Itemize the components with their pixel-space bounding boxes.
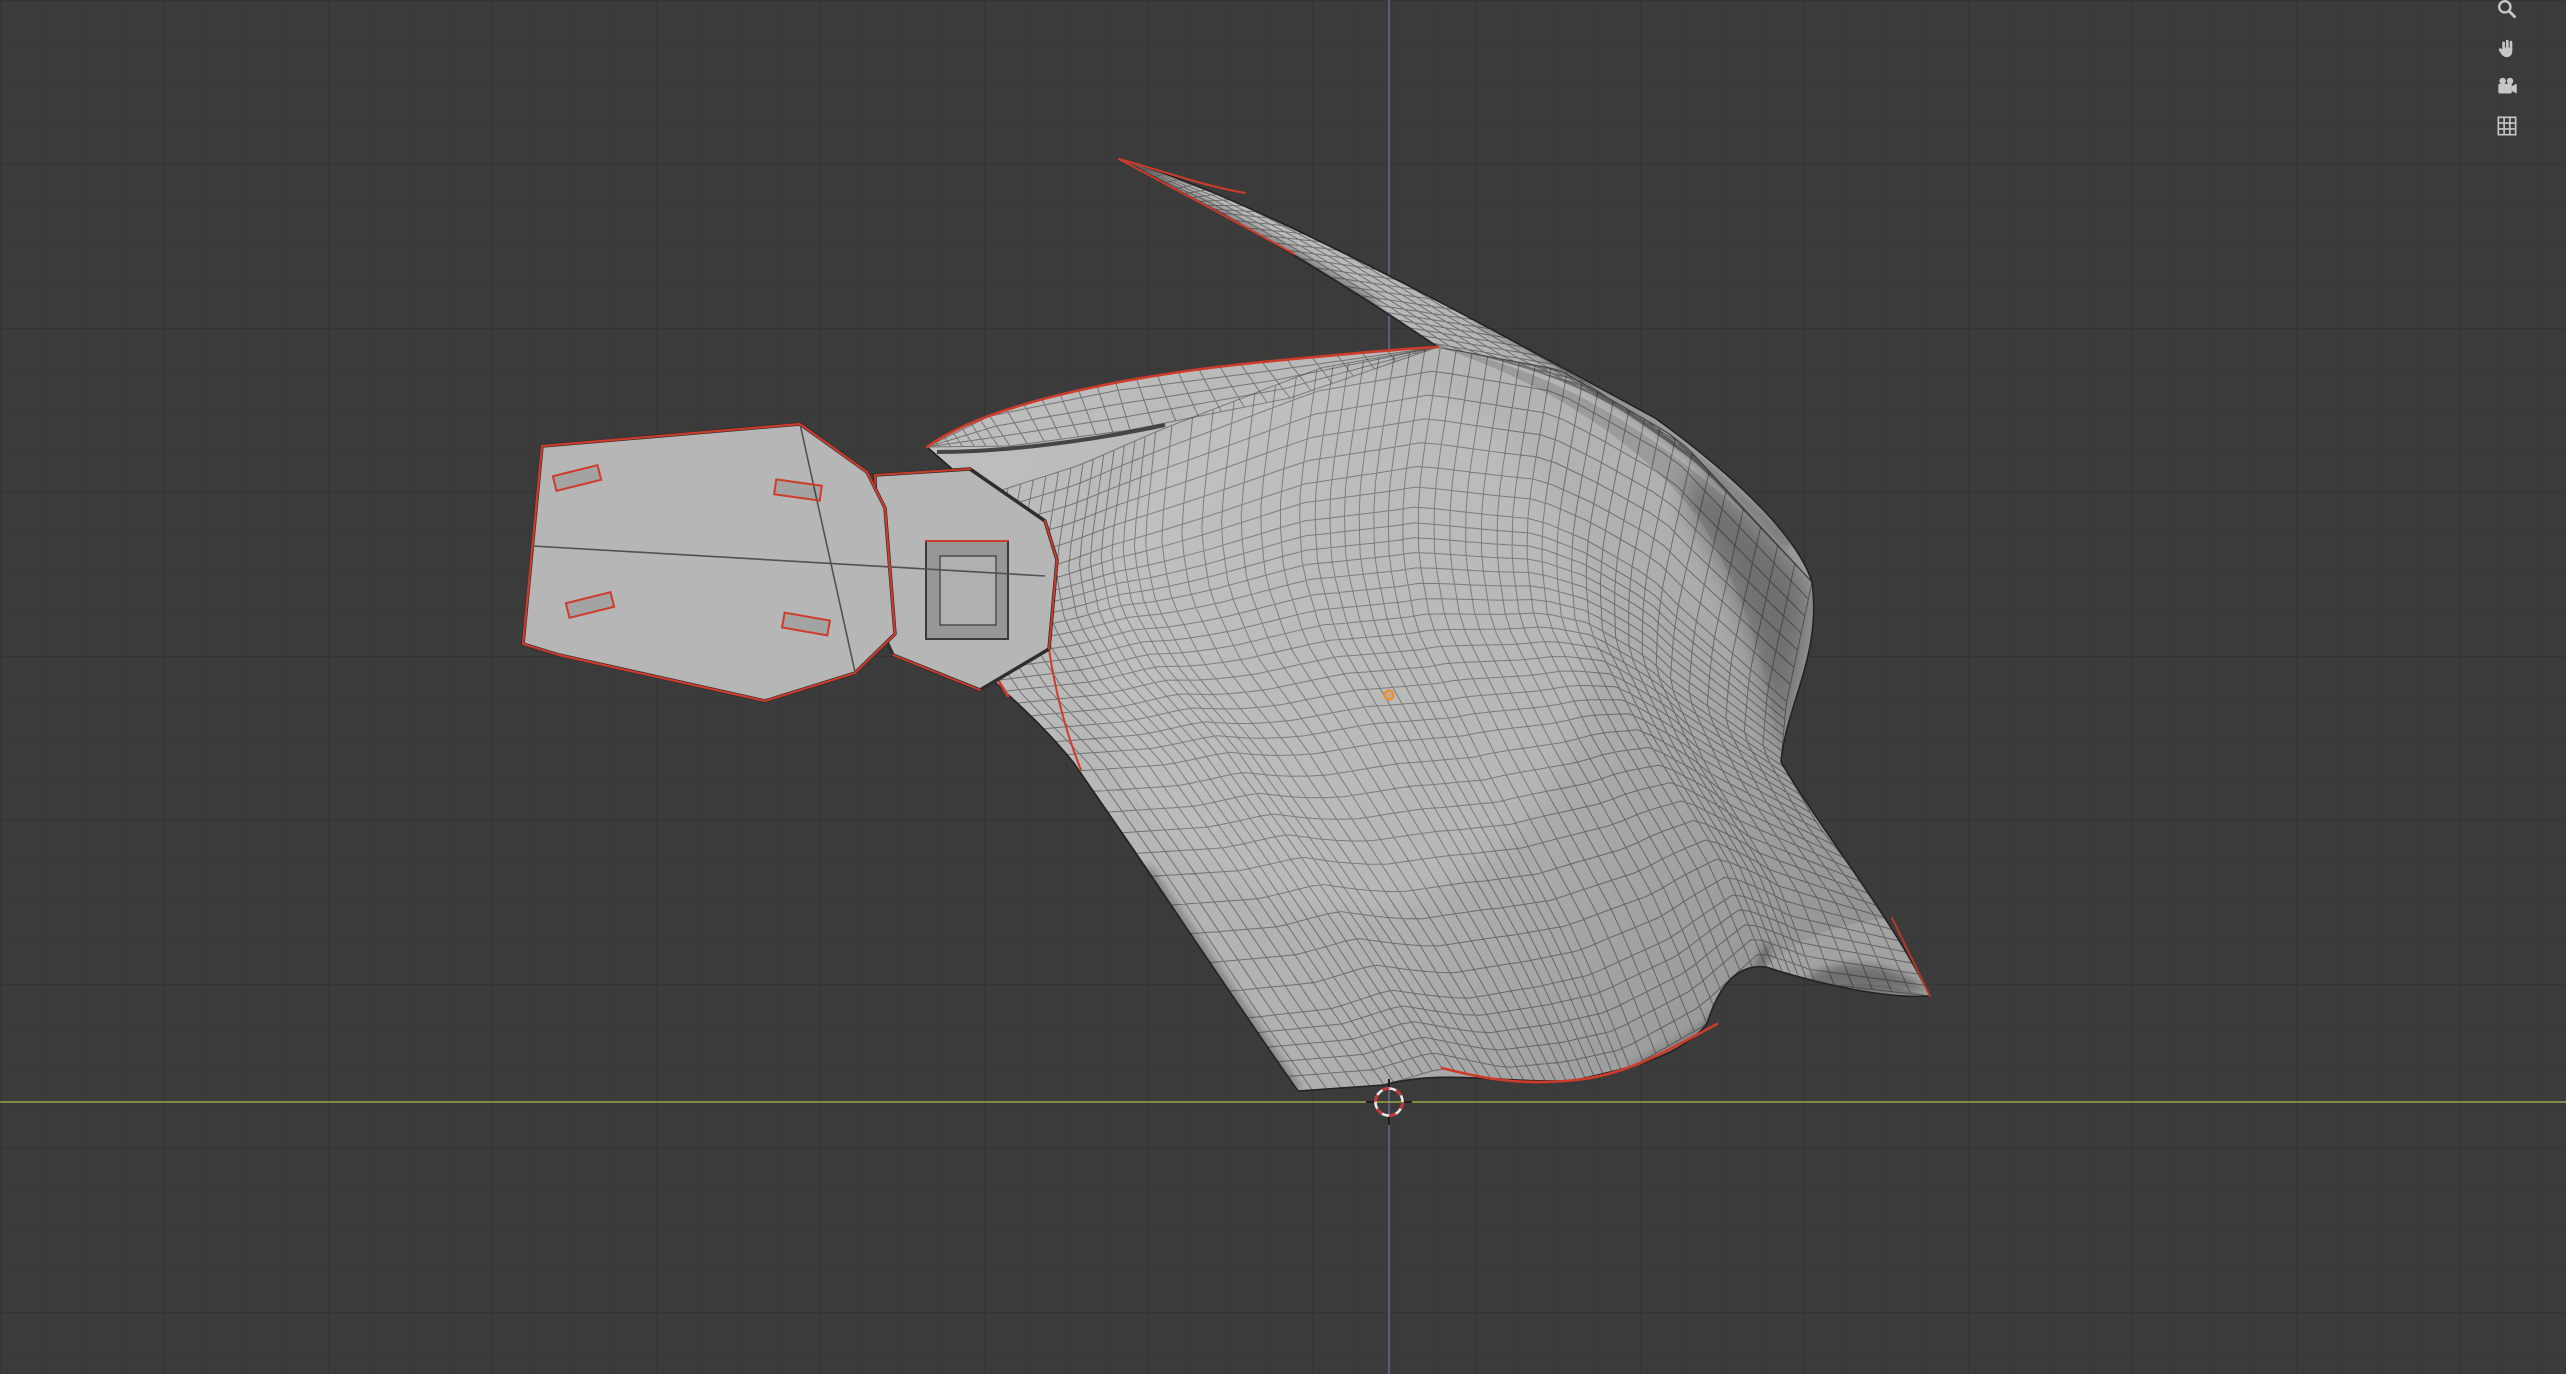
- mesh-object[interactable]: [925, 158, 1931, 1092]
- zoom-button[interactable]: [2488, 0, 2526, 26]
- camera-icon: [2498, 77, 2517, 94]
- nav-toolbar: [2488, 0, 2526, 143]
- grid-icon: [2497, 116, 2517, 136]
- camera-view-button[interactable]: [2488, 70, 2526, 104]
- scene-svg: [0, 0, 2566, 1374]
- object-origin-dot: [1383, 689, 1395, 701]
- viewport-3d[interactable]: [0, 0, 2566, 1374]
- hand-icon: [2498, 39, 2513, 58]
- grid-toggle-button[interactable]: [2488, 109, 2526, 143]
- connector-recess-inner: [939, 555, 997, 626]
- magnifier-icon: [2498, 0, 2516, 18]
- pan-button[interactable]: [2488, 31, 2526, 65]
